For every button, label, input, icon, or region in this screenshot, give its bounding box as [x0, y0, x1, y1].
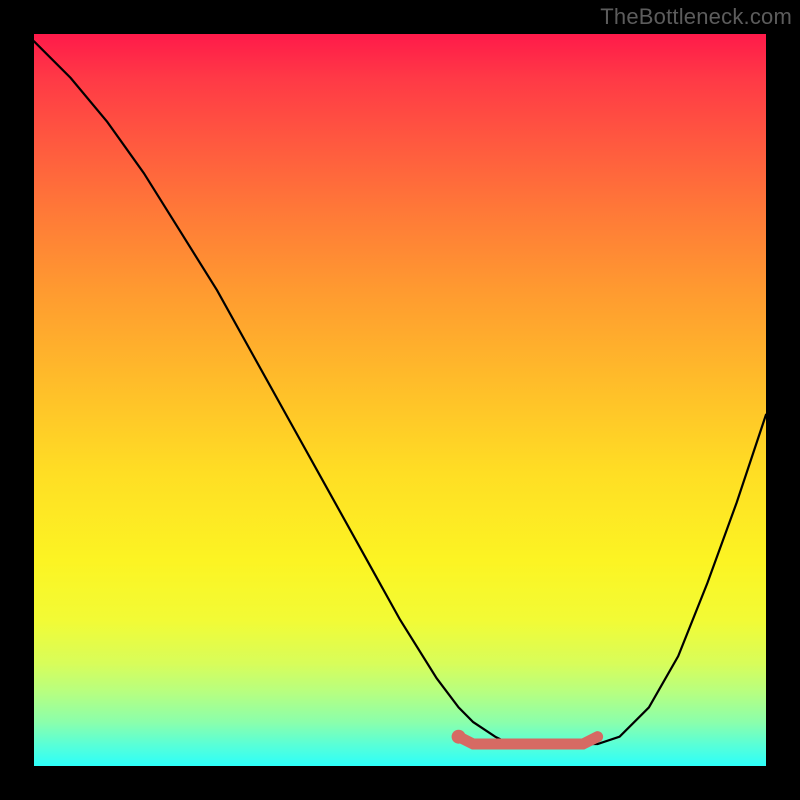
watermark-text: TheBottleneck.com [600, 4, 792, 30]
optimal-segment [459, 737, 598, 744]
chart-plot-area [34, 34, 766, 766]
optimal-point-marker [452, 730, 466, 744]
chart-svg [34, 34, 766, 766]
bottleneck-curve [34, 41, 766, 744]
